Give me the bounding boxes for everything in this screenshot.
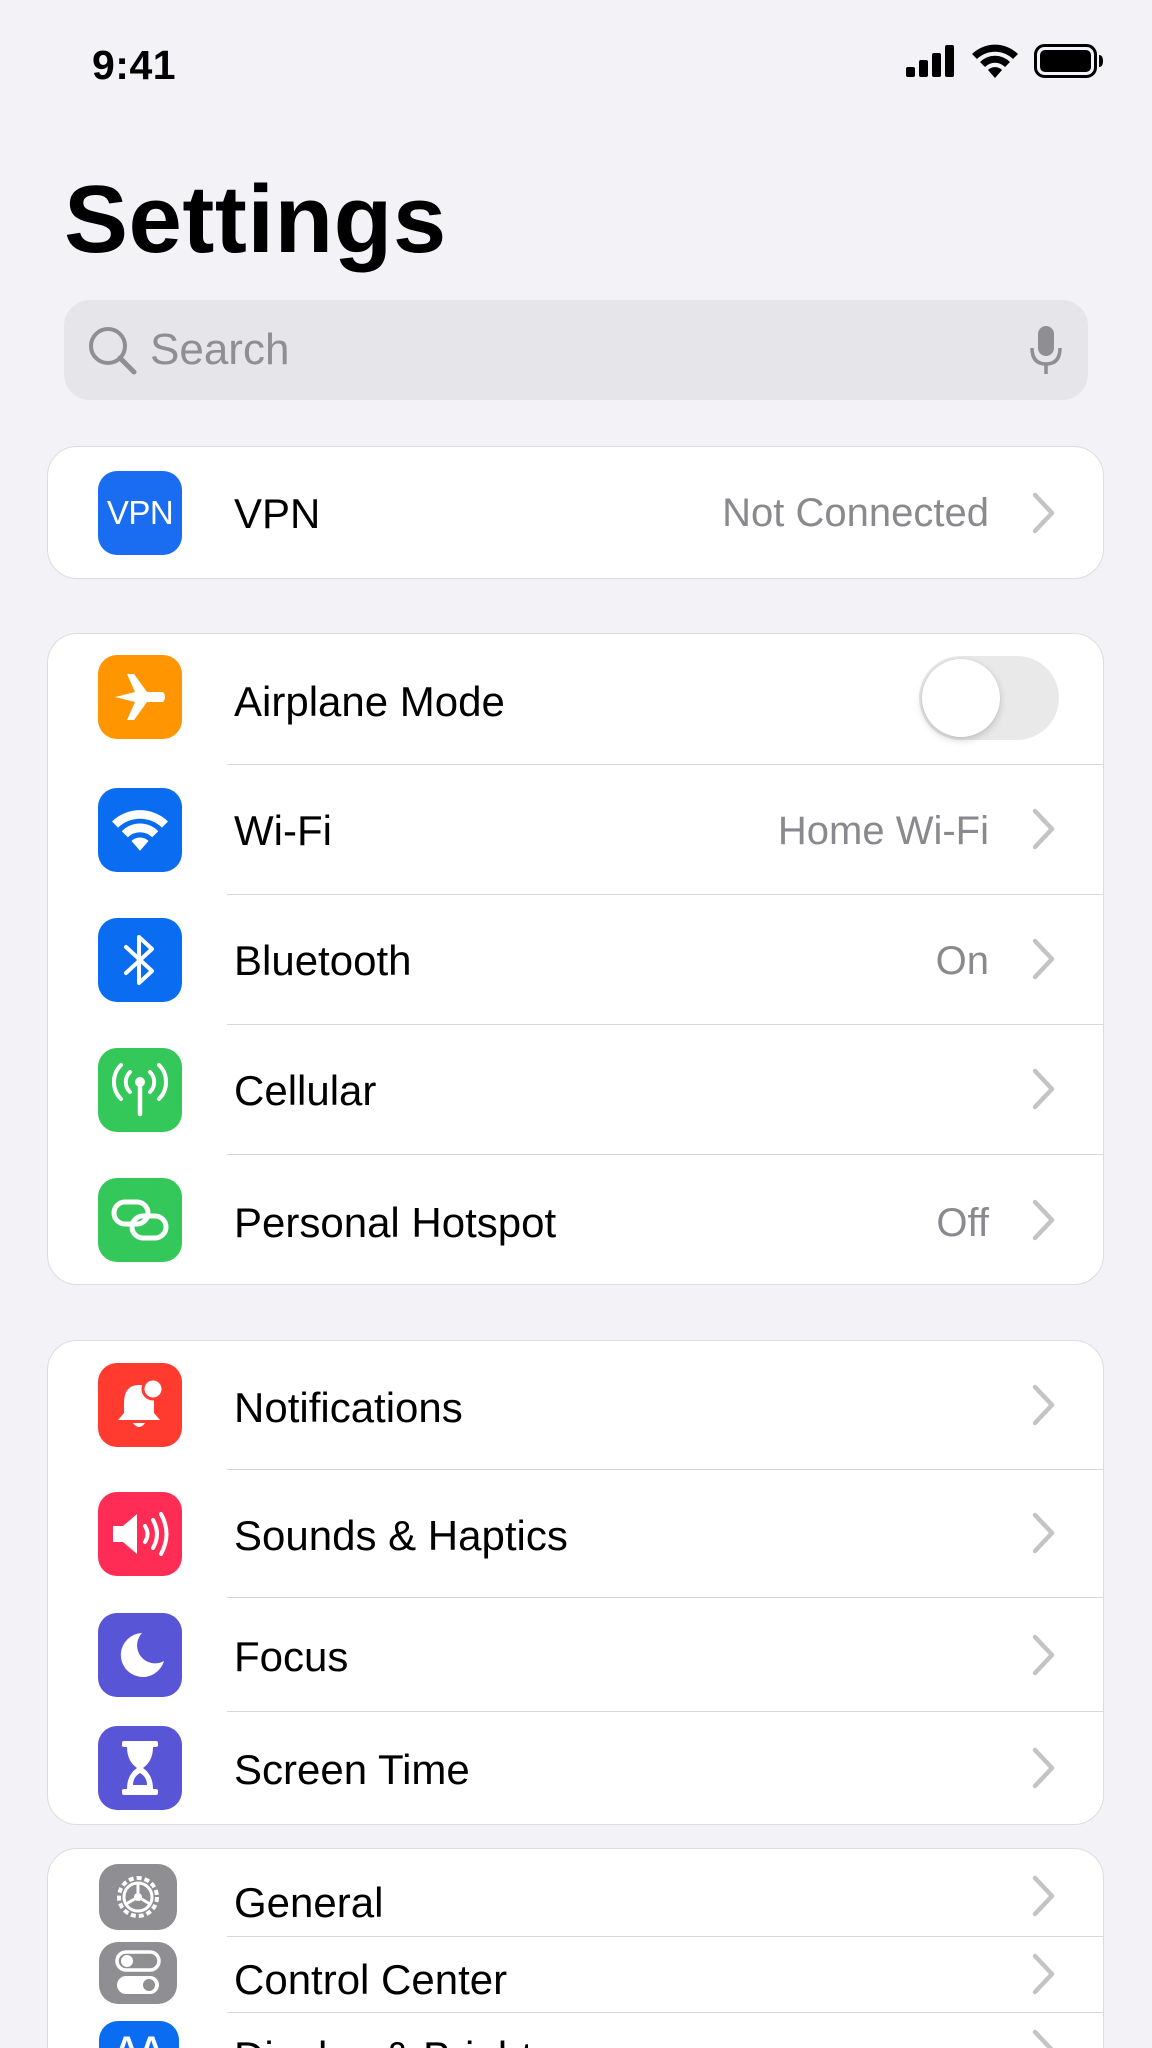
row-label: Sounds & Haptics	[234, 1512, 568, 1559]
hourglass-icon	[98, 1726, 182, 1810]
antenna-icon	[98, 1048, 182, 1132]
row-airplane-mode: Airplane Mode	[48, 634, 1103, 765]
wifi-icon	[98, 788, 182, 872]
row-label: Notifications	[234, 1384, 463, 1431]
row-label: Control Center	[234, 1956, 508, 2003]
airplane-icon	[98, 655, 182, 739]
row-control-center[interactable]: Control Center	[48, 1937, 1103, 2013]
row-vpn[interactable]: VPN VPN Not Connected	[48, 447, 1103, 578]
status-icons	[906, 44, 1104, 78]
row-label: Display & Brightness	[234, 2033, 622, 2048]
airplane-mode-toggle[interactable]	[919, 656, 1059, 740]
chevron-right-icon	[1032, 492, 1055, 534]
row-label: Bluetooth	[234, 937, 412, 984]
settings-group-notifications: Notifications Sounds & Haptics Focus Scr…	[47, 1340, 1104, 1825]
row-personal-hotspot[interactable]: Personal Hotspot Off	[48, 1155, 1103, 1284]
toggle-knob	[922, 659, 1000, 737]
chevron-right-icon	[1032, 1747, 1055, 1789]
settings-group-general: General Control Center AA Display & Brig…	[47, 1848, 1104, 2048]
row-bluetooth[interactable]: Bluetooth On	[48, 895, 1103, 1025]
settings-group-vpn: VPN VPN Not Connected	[47, 446, 1104, 579]
gear-icon	[99, 1864, 177, 1930]
row-screen-time[interactable]: Screen Time	[48, 1712, 1103, 1824]
search-field[interactable]: Search	[64, 300, 1088, 400]
moon-icon	[98, 1613, 182, 1697]
chevron-right-icon	[1032, 1953, 1055, 1995]
page-title: Settings	[64, 166, 447, 273]
row-value: Home Wi-Fi	[777, 809, 989, 853]
row-label: General	[234, 1879, 384, 1926]
row-label: Personal Hotspot	[234, 1199, 557, 1246]
row-sounds-haptics[interactable]: Sounds & Haptics	[48, 1470, 1103, 1598]
chevron-right-icon	[1032, 2029, 1054, 2048]
row-value: Off	[936, 1201, 989, 1245]
row-label: Cellular	[234, 1067, 377, 1114]
chevron-right-icon	[1032, 1384, 1055, 1426]
microphone-icon[interactable]	[1028, 324, 1064, 376]
row-value: Not Connected	[722, 491, 989, 535]
text-size-icon: AA	[99, 2021, 179, 2048]
bell-icon	[98, 1363, 182, 1447]
row-cellular[interactable]: Cellular	[48, 1025, 1103, 1155]
chevron-right-icon	[1032, 1875, 1055, 1917]
row-label: Focus	[234, 1633, 349, 1680]
status-bar: 9:41	[0, 0, 1152, 130]
chevron-right-icon	[1032, 1199, 1055, 1241]
row-display-brightness[interactable]: AA Display & Brightness	[48, 2013, 1103, 2048]
row-general[interactable]: General	[48, 1849, 1103, 1937]
chevron-right-icon	[1032, 1634, 1055, 1676]
row-label: Airplane Mode	[234, 678, 505, 725]
row-wifi[interactable]: Wi-Fi Home Wi-Fi	[48, 765, 1103, 895]
chevron-right-icon	[1032, 1512, 1055, 1554]
chevron-right-icon	[1032, 808, 1055, 850]
switches-icon	[99, 1942, 177, 2004]
row-label: Wi-Fi	[234, 807, 332, 854]
row-label: VPN	[234, 490, 321, 537]
row-label: Screen Time	[234, 1746, 470, 1793]
bluetooth-icon	[98, 918, 182, 1002]
row-value: On	[935, 939, 989, 983]
row-focus[interactable]: Focus	[48, 1598, 1103, 1712]
battery-icon	[1034, 44, 1103, 78]
hotspot-link-icon	[98, 1178, 182, 1262]
status-time: 9:41	[92, 42, 177, 88]
row-notifications[interactable]: Notifications	[48, 1341, 1103, 1470]
wifi-status-icon	[972, 44, 1018, 78]
settings-group-connectivity: Airplane Mode Wi-Fi Home Wi-Fi Bluetooth…	[47, 633, 1104, 1285]
search-placeholder: Search	[150, 325, 290, 374]
vpn-icon: VPN	[98, 471, 182, 555]
speaker-icon	[98, 1492, 182, 1576]
search-icon	[89, 327, 137, 375]
chevron-right-icon	[1032, 1068, 1055, 1110]
chevron-right-icon	[1032, 938, 1055, 980]
cellular-signal-icon	[906, 45, 954, 77]
